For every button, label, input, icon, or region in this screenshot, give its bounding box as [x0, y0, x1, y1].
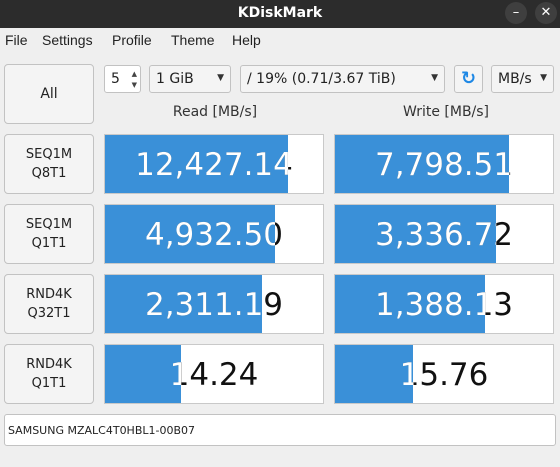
chevron-down-icon: ▼ — [540, 73, 547, 83]
read-result-cell: 2,311.19 2,311.19 — [104, 274, 324, 334]
test-params: Q8T1 — [31, 166, 67, 181]
menu-file[interactable]: File — [5, 32, 28, 48]
menu-settings[interactable]: Settings — [42, 32, 93, 48]
test-button-seq1m-q8t1[interactable]: SEQ1M Q8T1 — [4, 134, 94, 194]
menu-profile[interactable]: Profile — [112, 32, 152, 48]
test-params: Q1T1 — [31, 236, 67, 251]
write-result-cell: 15.76 15.76 — [334, 344, 554, 404]
target-select[interactable]: / 19% (0.71/3.67 TiB) ▼ — [240, 65, 445, 93]
test-button-rnd4k-q1t1[interactable]: RND4K Q1T1 — [4, 344, 94, 404]
test-params: Q1T1 — [31, 376, 67, 391]
write-header: Write [MB/s] — [402, 104, 490, 120]
size-value: 1 GiB — [156, 71, 194, 87]
read-result-cell: 4,932.50 4,932.50 — [104, 204, 324, 264]
window-title: KDiskMark — [237, 5, 323, 21]
menu-help[interactable]: Help — [232, 32, 261, 48]
minimize-icon[interactable]: – — [505, 2, 527, 24]
chevron-down-icon: ▼ — [217, 73, 224, 83]
test-button-rnd4k-q32t1[interactable]: RND4K Q32T1 — [4, 274, 94, 334]
read-result-cell: 14.24 14.24 — [104, 344, 324, 404]
run-all-button[interactable]: All — [4, 64, 94, 124]
menu-bar: File Settings Profile Theme Help — [0, 28, 560, 54]
close-icon[interactable]: ✕ — [535, 2, 557, 24]
chevron-down-icon: ▼ — [431, 73, 438, 83]
test-name: SEQ1M — [25, 147, 73, 162]
runs-spinbox[interactable]: 5 ▲ ▼ — [104, 65, 141, 93]
read-result-cell: 12,427.14 12,427.14 — [104, 134, 324, 194]
size-select[interactable]: 1 GiB ▼ — [149, 65, 231, 93]
read-header: Read [MB/s] — [172, 104, 258, 120]
title-bar: KDiskMark – ✕ — [0, 0, 560, 28]
runs-value: 5 — [111, 71, 120, 87]
test-params: Q32T1 — [27, 306, 71, 321]
test-button-seq1m-q1t1[interactable]: SEQ1M Q1T1 — [4, 204, 94, 264]
unit-value: MB/s — [498, 71, 532, 87]
test-name: RND4K — [26, 357, 72, 372]
write-result-cell: 3,336.72 3,336.72 — [334, 204, 554, 264]
device-info-field[interactable]: SAMSUNG MZALC4T0HBL1-00B07 — [4, 414, 556, 446]
unit-select[interactable]: MB/s ▼ — [491, 65, 554, 93]
write-result-cell: 1,388.13 1,388.13 — [334, 274, 554, 334]
test-name: SEQ1M — [25, 217, 73, 232]
spin-up-icon[interactable]: ▲ — [132, 70, 137, 78]
target-value: / 19% (0.71/3.67 TiB) — [247, 71, 396, 87]
spin-down-icon[interactable]: ▼ — [132, 81, 137, 89]
write-result-cell: 7,798.51 7,798.51 — [334, 134, 554, 194]
refresh-icon[interactable]: ↻ — [454, 65, 483, 93]
menu-theme[interactable]: Theme — [171, 32, 215, 48]
test-name: RND4K — [26, 287, 72, 302]
